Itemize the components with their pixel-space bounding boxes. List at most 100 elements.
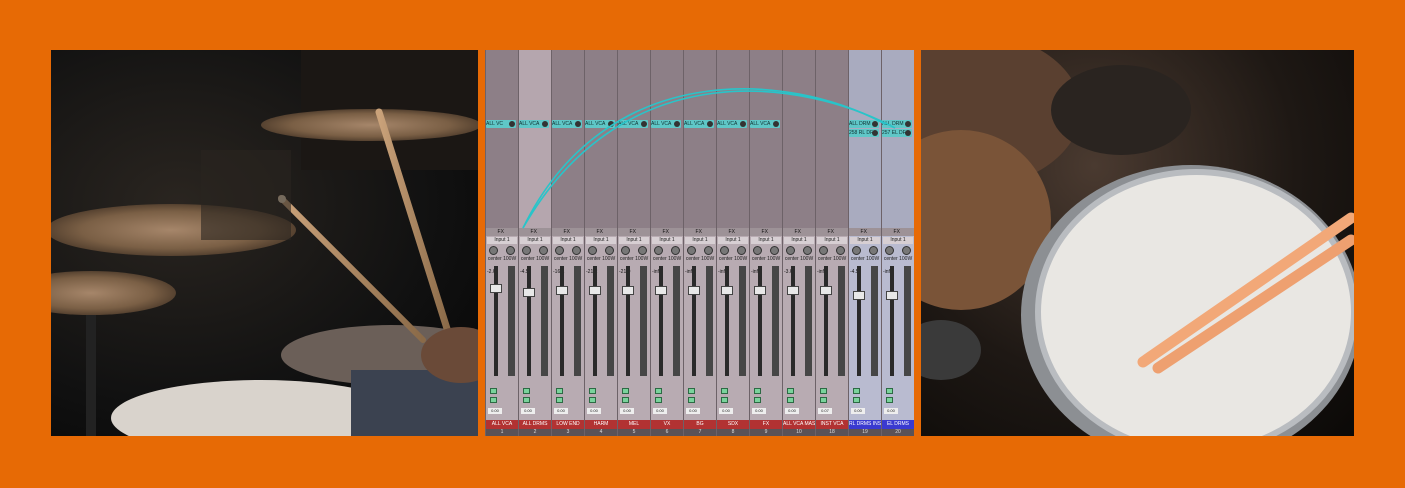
pan-knob[interactable] <box>819 246 828 255</box>
fader-track[interactable] <box>560 266 564 376</box>
track-name[interactable]: EL DRMS <box>882 420 914 429</box>
width-knob[interactable] <box>836 246 845 255</box>
vca-assignment-label[interactable]: 257 EL DF <box>882 129 912 137</box>
pan-knob[interactable] <box>852 246 861 255</box>
track-name[interactable]: ALL VCA MAS <box>783 420 815 429</box>
volume-fader[interactable] <box>721 286 733 295</box>
input-selector[interactable]: Input 1 <box>883 237 913 244</box>
track-name[interactable]: INST VCA <box>816 420 848 429</box>
mute-button[interactable] <box>886 388 893 394</box>
vca-assignment-label[interactable]: ALL DRM <box>849 120 879 128</box>
fader-track[interactable] <box>626 266 630 376</box>
solo-button[interactable] <box>523 397 530 403</box>
mute-button[interactable] <box>820 388 827 394</box>
volume-fader[interactable] <box>490 284 502 293</box>
vca-assignment-label[interactable]: ALL VCA <box>651 120 681 128</box>
width-knob[interactable] <box>539 246 548 255</box>
volume-fader[interactable] <box>787 286 799 295</box>
volume-readout[interactable]: 0.00 <box>851 408 865 414</box>
fx-button[interactable]: FX <box>630 229 636 235</box>
fx-button[interactable]: FX <box>498 229 504 235</box>
solo-button[interactable] <box>589 397 596 403</box>
solo-button[interactable] <box>655 397 662 403</box>
pan-knob[interactable] <box>753 246 762 255</box>
volume-readout[interactable]: 0.00 <box>752 408 766 414</box>
pan-knob[interactable] <box>555 246 564 255</box>
fx-button[interactable]: FX <box>795 229 801 235</box>
vca-toggle-icon[interactable] <box>674 121 680 127</box>
track-name[interactable]: ALL DRMS <box>519 420 551 429</box>
input-selector[interactable]: Input 1 <box>685 237 715 244</box>
volume-readout[interactable]: 0.00 <box>488 408 502 414</box>
track-name[interactable]: RL DRMS INS <box>849 420 881 429</box>
volume-readout[interactable]: 0.00 <box>785 408 799 414</box>
mute-button[interactable] <box>655 388 662 394</box>
fx-button[interactable]: FX <box>729 229 735 235</box>
vca-toggle-icon[interactable] <box>509 121 515 127</box>
width-knob[interactable] <box>638 246 647 255</box>
fx-button[interactable]: FX <box>762 229 768 235</box>
vca-assignment-label[interactable]: ALL VCA <box>618 120 648 128</box>
track-name[interactable]: FX <box>750 420 782 429</box>
vca-toggle-icon[interactable] <box>872 130 878 136</box>
vca-assignment-label[interactable]: ALL DRM <box>882 120 912 128</box>
mute-button[interactable] <box>589 388 596 394</box>
width-knob[interactable] <box>572 246 581 255</box>
input-selector[interactable]: Input 1 <box>619 237 649 244</box>
fx-button[interactable]: FX <box>597 229 603 235</box>
fader-track[interactable] <box>758 266 762 376</box>
vca-assignment-label[interactable]: ALL VCA <box>552 120 582 128</box>
width-knob[interactable] <box>671 246 680 255</box>
volume-fader[interactable] <box>589 286 601 295</box>
vca-toggle-icon[interactable] <box>905 130 911 136</box>
vca-toggle-icon[interactable] <box>542 121 548 127</box>
volume-fader[interactable] <box>853 291 865 300</box>
vca-toggle-icon[interactable] <box>740 121 746 127</box>
fader-track[interactable] <box>791 266 795 376</box>
track-name[interactable]: ALL VCA <box>486 420 518 429</box>
fader-track[interactable] <box>593 266 597 376</box>
mute-button[interactable] <box>523 388 530 394</box>
volume-fader[interactable] <box>886 291 898 300</box>
vca-assignment-label[interactable]: ALL VCA <box>519 120 549 128</box>
fx-button[interactable]: FX <box>828 229 834 235</box>
vca-assignment-label[interactable]: ALL VCA <box>585 120 615 128</box>
vca-assignment-label[interactable]: ALL VCA <box>684 120 714 128</box>
vca-assignment-label[interactable]: ALL VCA <box>717 120 747 128</box>
input-selector[interactable]: Input 1 <box>520 237 550 244</box>
track-name[interactable]: SDX <box>717 420 749 429</box>
volume-fader[interactable] <box>688 286 700 295</box>
vca-toggle-icon[interactable] <box>575 121 581 127</box>
fx-button[interactable]: FX <box>696 229 702 235</box>
fx-button[interactable]: FX <box>531 229 537 235</box>
vca-toggle-icon[interactable] <box>905 121 911 127</box>
width-knob[interactable] <box>506 246 515 255</box>
vca-assignment-label[interactable]: ALL VCA <box>750 120 780 128</box>
mute-button[interactable] <box>853 388 860 394</box>
volume-readout[interactable]: 0.00 <box>686 408 700 414</box>
pan-knob[interactable] <box>489 246 498 255</box>
mute-button[interactable] <box>622 388 629 394</box>
solo-button[interactable] <box>853 397 860 403</box>
pan-knob[interactable] <box>720 246 729 255</box>
mute-button[interactable] <box>556 388 563 394</box>
solo-button[interactable] <box>754 397 761 403</box>
width-knob[interactable] <box>770 246 779 255</box>
input-selector[interactable]: Input 1 <box>586 237 616 244</box>
solo-button[interactable] <box>787 397 794 403</box>
mute-button[interactable] <box>490 388 497 394</box>
fx-button[interactable]: FX <box>894 229 900 235</box>
fader-track[interactable] <box>494 266 498 376</box>
volume-readout[interactable]: 0.00 <box>719 408 733 414</box>
fader-track[interactable] <box>725 266 729 376</box>
mute-button[interactable] <box>688 388 695 394</box>
input-selector[interactable]: Input 1 <box>817 237 847 244</box>
volume-fader[interactable] <box>754 286 766 295</box>
solo-button[interactable] <box>622 397 629 403</box>
vca-toggle-icon[interactable] <box>707 121 713 127</box>
track-name[interactable]: HARM <box>585 420 617 429</box>
solo-button[interactable] <box>721 397 728 403</box>
pan-knob[interactable] <box>654 246 663 255</box>
width-knob[interactable] <box>902 246 911 255</box>
fx-button[interactable]: FX <box>663 229 669 235</box>
